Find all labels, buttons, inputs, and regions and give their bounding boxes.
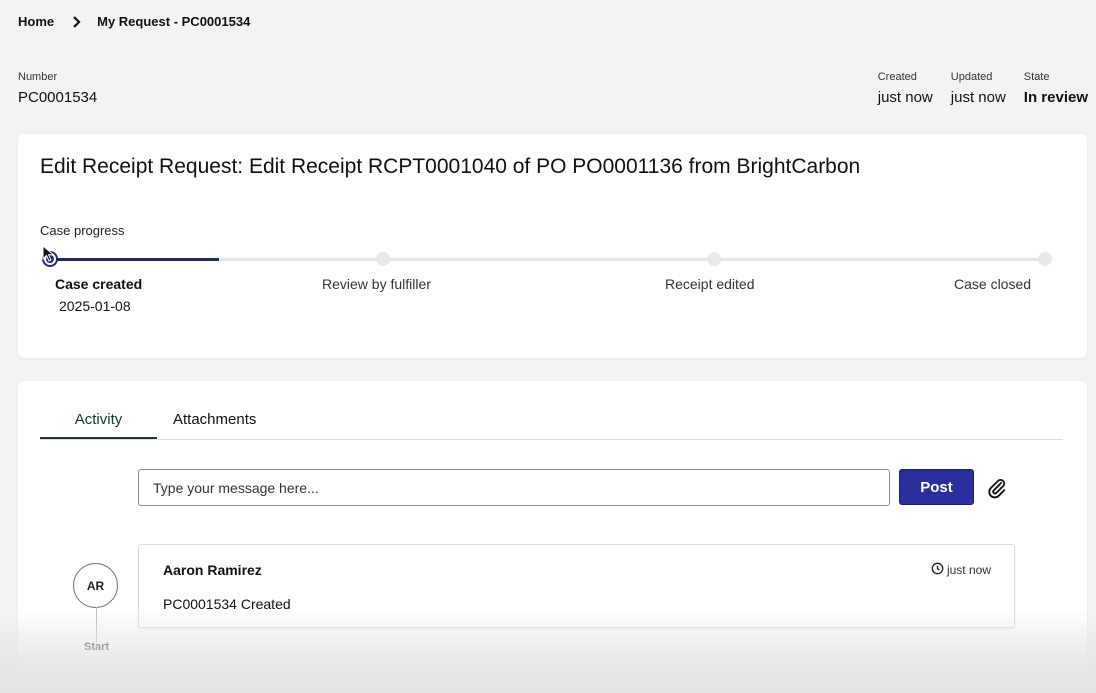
step-label-case-created: Case created: [55, 276, 143, 292]
updated-value: just now: [950, 89, 1006, 106]
breadcrumb: Home My Request - PC0001534: [18, 14, 250, 29]
paperclip-icon[interactable]: [986, 477, 1008, 499]
tab-bar: Activity Attachments: [40, 401, 1063, 440]
step-label-case-closed: Case closed: [954, 276, 1032, 292]
created-value: just now: [877, 89, 933, 106]
case-card: Edit Receipt Request: Edit Receipt RCPT0…: [18, 134, 1087, 358]
chevron-right-icon: [72, 15, 81, 28]
record-number: Number PC0001534: [18, 71, 97, 106]
progress-fill: [50, 258, 220, 261]
entry-author: Aaron Ramirez: [163, 562, 262, 578]
state-label: State: [1023, 71, 1050, 83]
progress-track: [50, 258, 1046, 261]
step-dot-review: [376, 252, 390, 266]
step-dot-receipt-edited: [707, 252, 721, 266]
updated-label: Updated: [950, 71, 993, 83]
timeline-line: [96, 607, 97, 643]
timeline-start-label: Start: [84, 641, 110, 653]
state-value: In review: [1023, 89, 1088, 106]
case-progress-label: Case progress: [40, 223, 125, 238]
activity-card: Activity Attachments Post AR Start Aaron…: [18, 381, 1087, 693]
created-label: Created: [877, 71, 917, 83]
message-input[interactable]: [138, 469, 890, 506]
case-title: Edit Receipt Request: Edit Receipt RCPT0…: [40, 155, 861, 178]
updated-meta: Updated just now: [951, 71, 1006, 106]
step-dot-case-closed: [1038, 252, 1052, 266]
step-label-review: Review by fulfiller: [322, 276, 431, 292]
step-date-case-created: 2025-01-08: [59, 298, 131, 314]
post-button[interactable]: Post: [899, 469, 974, 505]
state-meta: State In review: [1024, 71, 1088, 106]
avatar: AR: [73, 563, 118, 608]
record-meta: Created just now Updated just now State …: [878, 71, 1088, 106]
created-meta: Created just now: [878, 71, 933, 106]
tab-attachments[interactable]: Attachments: [157, 401, 256, 439]
tab-activity[interactable]: Activity: [40, 401, 157, 439]
number-value: PC0001534: [18, 89, 98, 106]
breadcrumb-home-link[interactable]: Home: [18, 14, 54, 29]
number-label: Number: [18, 71, 58, 83]
entry-timestamp: just now: [931, 562, 991, 578]
clock-icon: [931, 562, 944, 578]
breadcrumb-current: My Request - PC0001534: [97, 14, 251, 29]
entry-time-text: just now: [946, 563, 991, 577]
mouse-pointer-icon: [42, 244, 56, 263]
step-label-receipt-edited: Receipt edited: [665, 276, 755, 292]
activity-entry: Aaron Ramirez just now PC0001534 Created: [138, 544, 1015, 628]
entry-text: PC0001534 Created: [163, 596, 291, 612]
